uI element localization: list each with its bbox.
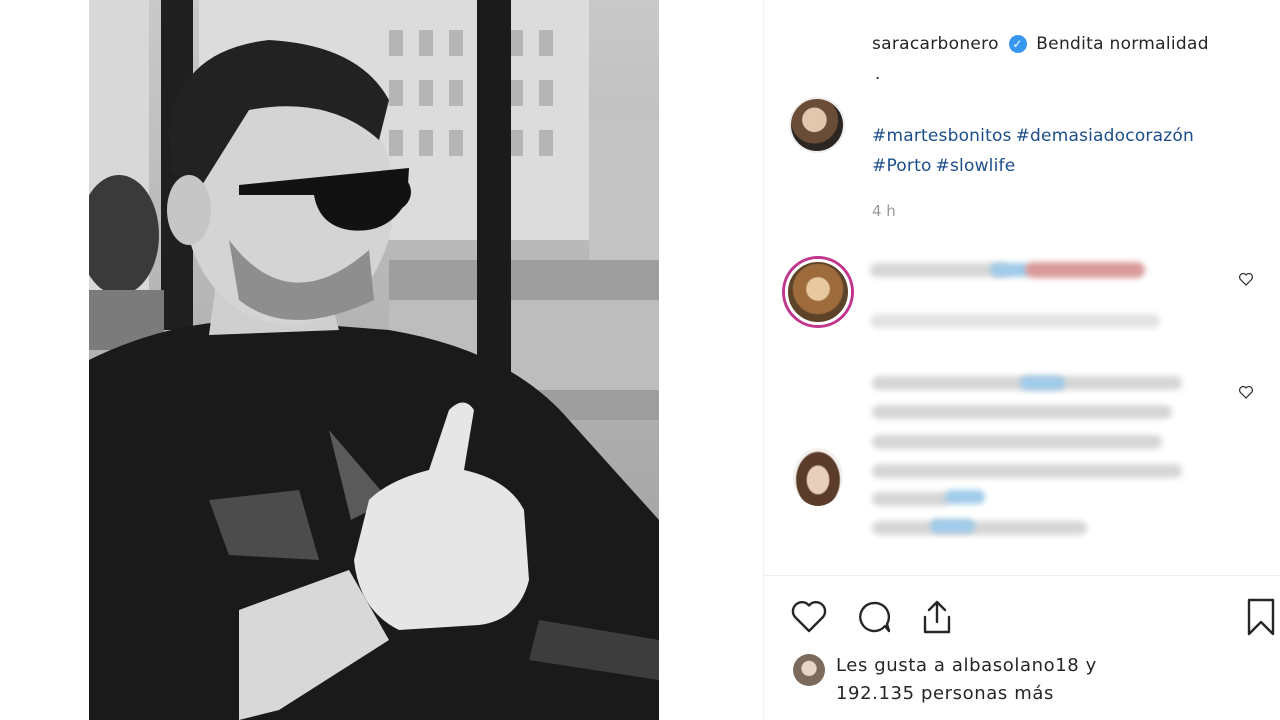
likes-count[interactable]: 192.135 — [836, 683, 915, 704]
caption-text: Bendita normalidad — [1036, 34, 1209, 54]
blurred-text — [872, 492, 952, 506]
blurred-emoji — [930, 519, 975, 533]
bookmark-icon[interactable] — [1239, 595, 1280, 639]
likes-suffix: personas más — [920, 683, 1054, 704]
blurred-text — [872, 464, 1182, 478]
caption-dot: . — [875, 64, 881, 84]
photo-illustration — [89, 0, 659, 720]
blurred-emoji — [945, 490, 985, 504]
actions-divider — [764, 575, 1280, 576]
likes-summary: Les gusta a albasolano18 y 192.135 perso… — [836, 652, 1097, 708]
share-upload-icon[interactable] — [915, 595, 959, 639]
likes-prefix: Les gusta a — [836, 655, 946, 676]
post-author-username[interactable]: saracarbonero — [872, 34, 999, 54]
liker-username[interactable]: albasolano18 — [952, 655, 1079, 676]
blurred-mention — [990, 263, 1030, 277]
hashtag-link[interactable]: #Porto — [872, 156, 932, 176]
post-photo — [89, 0, 659, 720]
comment-avatar[interactable] — [785, 259, 851, 325]
blurred-mention — [1020, 376, 1065, 390]
caption: saracarbonero ✓ Bendita normalidad — [872, 34, 1209, 54]
blurred-text — [870, 263, 1010, 277]
hashtag-list: #martesbonitos #demasiadocorazón #Porto #s… — [872, 121, 1252, 181]
hashtag-link[interactable]: #martesbonitos — [872, 126, 1012, 146]
hashtag-link[interactable]: #slowlife — [936, 156, 1016, 176]
blurred-text — [872, 435, 1162, 449]
comment-like-icon[interactable] — [1237, 383, 1255, 401]
blurred-text — [872, 521, 1087, 535]
comment-avatar[interactable] — [793, 448, 843, 506]
verified-badge-icon: ✓ — [1008, 35, 1027, 53]
post-timestamp: 4 h — [872, 202, 896, 220]
post-author-avatar[interactable] — [789, 97, 845, 153]
liker-avatar[interactable] — [793, 654, 825, 686]
likes-joiner: y — [1085, 655, 1097, 676]
comment-like-icon[interactable] — [1237, 270, 1255, 288]
like-heart-icon[interactable] — [787, 595, 831, 639]
panel-divider — [763, 0, 764, 720]
hashtag-link[interactable]: #demasiadocorazón — [1016, 126, 1194, 146]
blurred-emoji — [1025, 262, 1145, 278]
blurred-meta — [870, 314, 1160, 328]
blurred-text — [872, 405, 1172, 419]
comment-bubble-icon[interactable] — [852, 595, 896, 639]
